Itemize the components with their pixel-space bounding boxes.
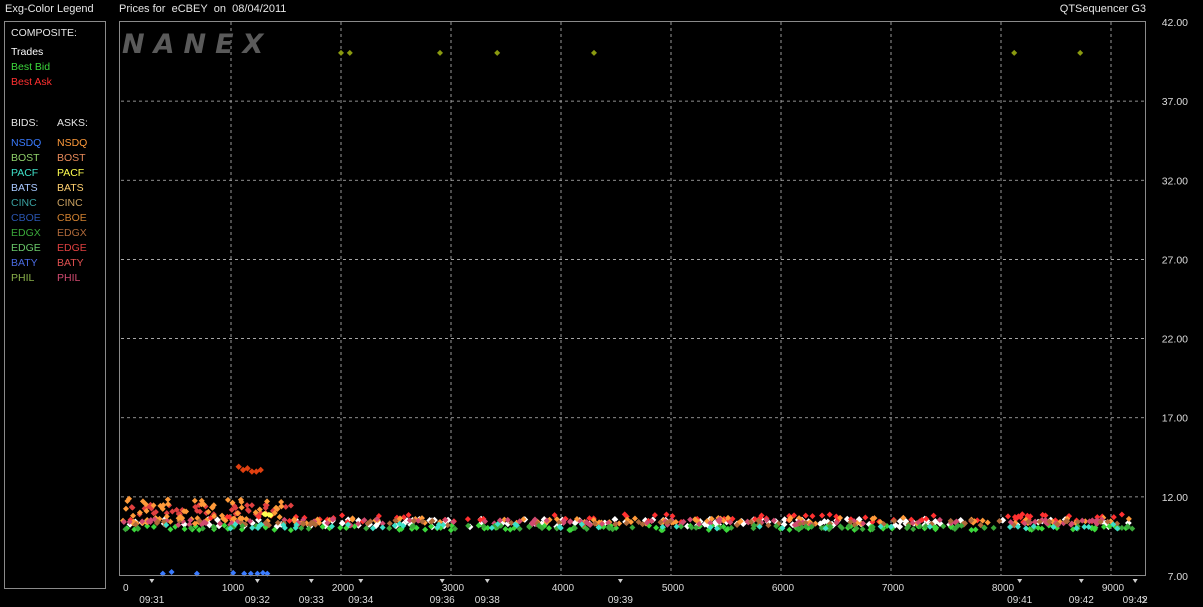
x-tick-label: 1000: [222, 583, 245, 594]
x-tick-label: 3000: [442, 583, 465, 594]
time-marker: [149, 579, 155, 583]
x-tick-label: 8000: [992, 583, 1015, 594]
time-marker: [308, 579, 314, 583]
x-tick-label: 6000: [772, 583, 795, 594]
time-label: 09:32: [245, 595, 270, 606]
time-label: 09:42: [1123, 595, 1148, 606]
y-tick-label: 7.00: [1168, 571, 1189, 583]
x-tick-label: 5000: [662, 583, 685, 594]
time-label: 09:34: [348, 595, 373, 606]
time-marker: [1017, 579, 1023, 583]
time-label: 09:31: [139, 595, 164, 606]
plot-frame: [119, 21, 1146, 576]
y-tick-label: 37.00: [1162, 96, 1188, 108]
x-tick-label: 0: [123, 583, 129, 594]
y-tick-label: 32.00: [1162, 175, 1188, 187]
time-marker: [484, 579, 490, 583]
y-tick-label: 17.00: [1162, 413, 1188, 425]
time-label: 09:33: [299, 595, 324, 606]
time-marker: [1078, 579, 1084, 583]
y-tick-label: 27.00: [1162, 254, 1188, 266]
y-tick-label: 42.00: [1162, 17, 1188, 29]
time-marker: [1132, 579, 1138, 583]
x-tick-label: 4000: [552, 583, 575, 594]
time-label: 09:36: [430, 595, 455, 606]
time-label: 09:38: [475, 595, 500, 606]
time-label: 09:42: [1069, 595, 1094, 606]
time-label: 09:39: [608, 595, 633, 606]
x-tick-label: 9000: [1102, 583, 1125, 594]
x-tick-label: 2000: [332, 583, 355, 594]
x-tick-label: 7000: [882, 583, 905, 594]
y-tick-label: 22.00: [1162, 334, 1188, 346]
time-marker: [254, 579, 260, 583]
time-label: 09:41: [1007, 595, 1032, 606]
time-marker: [358, 579, 364, 583]
y-tick-label: 12.00: [1162, 492, 1188, 504]
time-marker: [617, 579, 623, 583]
